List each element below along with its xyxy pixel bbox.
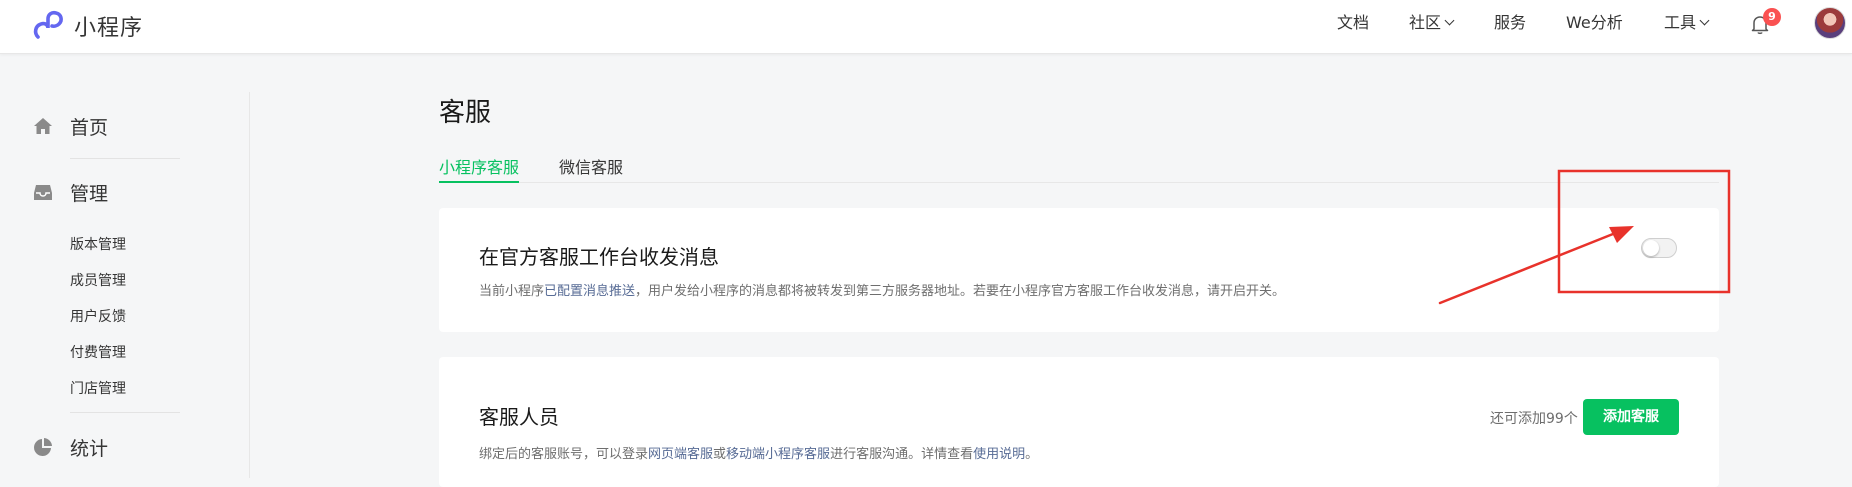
workbench-card: 在官方客服工作台收发消息 当前小程序已配置消息推送，用户发给小程序的消息都将被转…: [439, 208, 1719, 332]
staff-desc: 绑定后的客服账号，可以登录网页端客服或移动端小程序客服进行客服沟通。详情查看使用…: [479, 443, 1038, 462]
top-navbar: 小程序 文档 社区 服务 We分析 工具 9: [0, 0, 1852, 54]
staff-quota-text: 还可添加99个: [1490, 411, 1578, 427]
sidebar-home-label: 首页: [70, 116, 109, 139]
sidebar-manage-label: 管理: [70, 182, 109, 205]
nav-tools-label: 工具: [1664, 13, 1697, 32]
sidebar-item-store-manage[interactable]: 门店管理: [70, 378, 126, 398]
toggle-knob: [1643, 240, 1659, 256]
pie-chart-icon: [34, 438, 52, 456]
nav-tools[interactable]: 工具: [1664, 0, 1710, 46]
brand[interactable]: 小程序: [32, 6, 143, 46]
notification-badge: 9: [1763, 8, 1781, 26]
staff-desc-part1: 绑定后的客服账号，可以登录: [479, 447, 649, 462]
staff-card: 客服人员 绑定后的客服账号，可以登录网页端客服或移动端小程序客服进行客服沟通。详…: [439, 357, 1719, 487]
workbench-title: 在官方客服工作台收发消息: [479, 245, 719, 269]
sidebar-item-member-manage[interactable]: 成员管理: [70, 270, 126, 290]
staff-desc-part3: 进行客服沟通。详情查看: [830, 447, 974, 462]
nav-docs-label: 文档: [1337, 13, 1370, 32]
workbench-toggle-switch[interactable]: [1641, 238, 1677, 258]
workbench-desc-suffix: ，用户发给小程序的消息都将被转发到第三方服务器地址。若要在小程序官方客服工作台收…: [635, 284, 1286, 299]
sidebar-divider: [70, 412, 180, 413]
nav-we-analytics[interactable]: We分析: [1566, 0, 1623, 46]
tab-wechat-service[interactable]: 微信客服: [559, 154, 623, 181]
sidebar-item-version-manage[interactable]: 版本管理: [70, 234, 126, 254]
sidebar-stats-label: 统计: [70, 437, 109, 460]
chevron-down-icon: [1699, 15, 1710, 26]
nav-services-label: 服务: [1494, 13, 1527, 32]
home-icon: [34, 118, 52, 134]
sidebar-divider: [249, 92, 250, 478]
staff-desc-part2: 或: [713, 447, 727, 462]
staff-title: 客服人员: [479, 405, 559, 429]
nav-we-analytics-label: We分析: [1566, 13, 1623, 32]
add-service-button[interactable]: 添加客服: [1583, 399, 1679, 435]
configured-push-link[interactable]: 已配置消息推送: [544, 284, 635, 299]
user-avatar[interactable]: [1814, 7, 1846, 39]
sidebar-item-manage[interactable]: 管理: [32, 177, 108, 207]
page-title: 客服: [439, 98, 492, 128]
sidebar-item-user-feedback[interactable]: 用户反馈: [70, 306, 126, 326]
inbox-icon: [34, 185, 52, 200]
app-name: 小程序: [74, 16, 144, 41]
usage-guide-link[interactable]: 使用说明: [973, 447, 1025, 462]
sidebar-divider: [70, 158, 180, 159]
nav-services[interactable]: 服务: [1494, 0, 1526, 46]
tab-wechat-service-label: 微信客服: [559, 158, 624, 177]
staff-desc-part4: 。: [1025, 447, 1039, 462]
nav-community-label: 社区: [1409, 13, 1442, 32]
tab-miniprogram-service-label: 小程序客服: [439, 158, 520, 177]
tab-bar: 小程序客服 微信客服: [439, 152, 1719, 183]
workbench-desc: 当前小程序已配置消息推送，用户发给小程序的消息都将被转发到第三方服务器地址。若要…: [479, 280, 1285, 299]
mobile-service-link[interactable]: 移动端小程序客服: [726, 447, 830, 462]
nav-community[interactable]: 社区: [1409, 0, 1455, 46]
sidebar-item-stats[interactable]: 统计: [32, 432, 108, 462]
chevron-down-icon: [1444, 15, 1455, 26]
tab-miniprogram-service[interactable]: 小程序客服: [439, 154, 520, 183]
nav-docs[interactable]: 文档: [1337, 0, 1369, 46]
web-service-link[interactable]: 网页端客服: [648, 447, 713, 462]
workbench-desc-prefix: 当前小程序: [479, 284, 545, 299]
sidebar-item-home[interactable]: 首页: [32, 111, 108, 141]
miniprogram-logo-icon: [33, 10, 63, 39]
sidebar-item-payment-manage[interactable]: 付费管理: [70, 342, 126, 362]
